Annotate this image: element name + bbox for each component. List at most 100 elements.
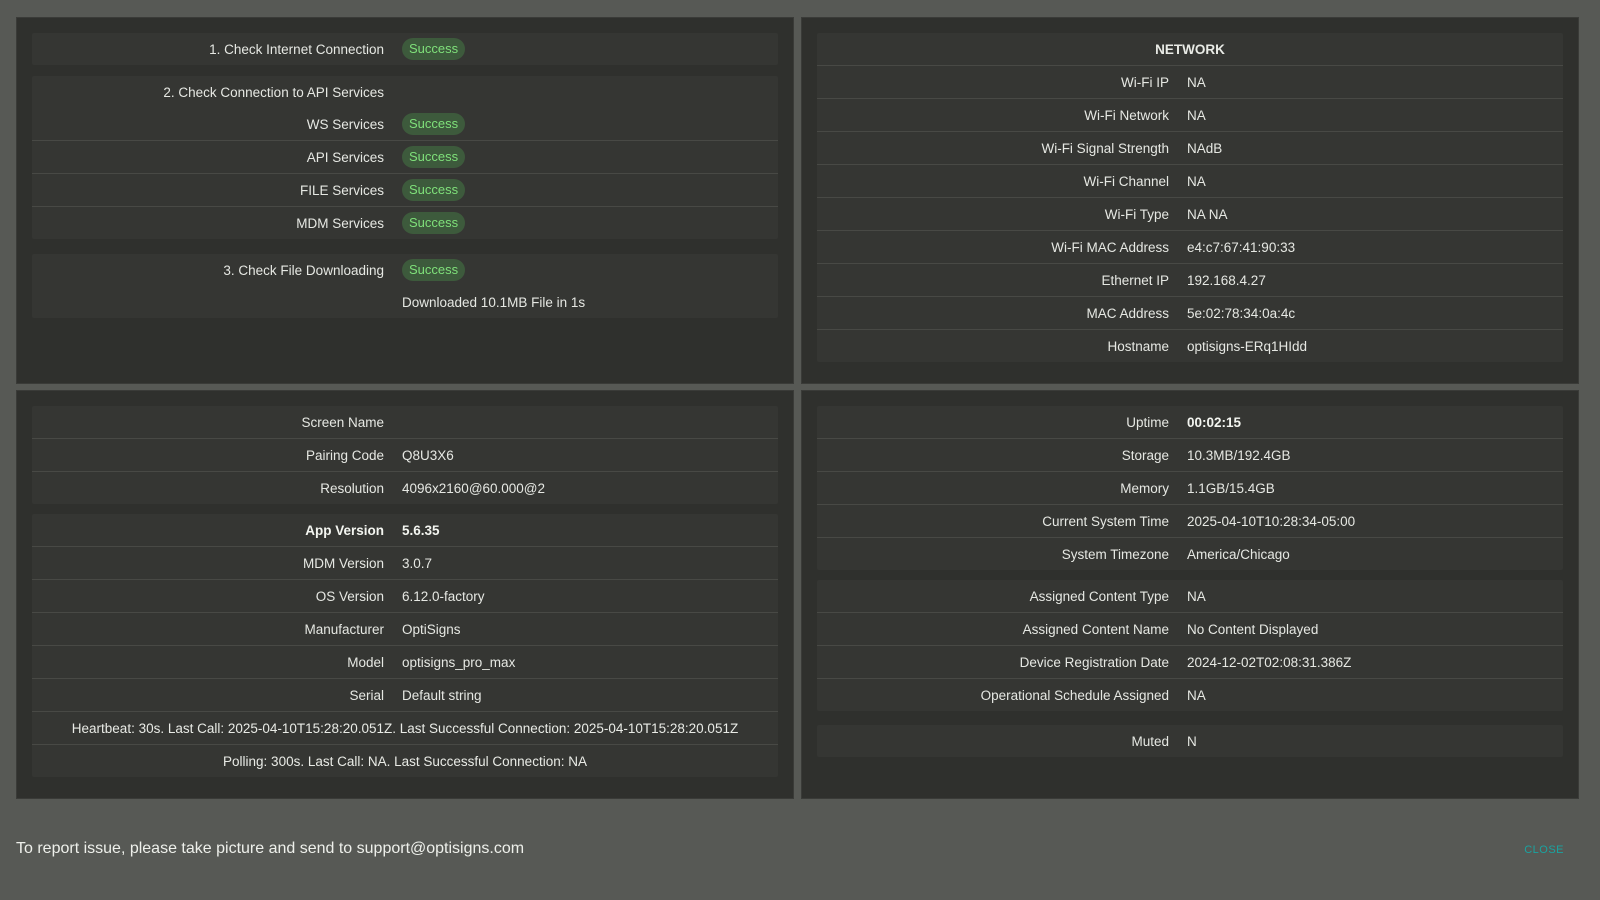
api-status-badge: Success <box>402 146 466 168</box>
download-check-row: 3. Check File Downloading Success <box>32 254 778 286</box>
os-version-value: 6.12.0-factory <box>402 588 485 604</box>
mdm-version-label: MDM Version <box>302 555 384 571</box>
resolution-value: 4096x2160@60.000@2 <box>402 480 546 496</box>
system-time-value: 2025-04-10T10:28:34-05:00 <box>1187 513 1356 529</box>
ws-services-row: WS Services Success <box>32 108 778 140</box>
model-row: Model optisigns_pro_max <box>32 645 778 678</box>
serial-value: Default string <box>402 687 482 703</box>
memory-label: Memory <box>1120 480 1169 496</box>
storage-label: Storage <box>1121 447 1169 463</box>
wifi-channel-row: Wi-Fi Channel NA <box>817 164 1563 197</box>
wifi-signal-label: Wi-Fi Signal Strength <box>1041 140 1169 156</box>
manufacturer-label: Manufacturer <box>304 621 384 637</box>
ws-status-badge: Success <box>402 113 466 135</box>
ethernet-ip-row: Ethernet IP 192.168.4.27 <box>817 263 1563 296</box>
download-check-label: 3. Check File Downloading <box>223 262 384 278</box>
resolution-label: Resolution <box>320 480 384 496</box>
wifi-ip-label: Wi-Fi IP <box>1121 74 1169 90</box>
screen-name-label: Screen Name <box>301 414 384 430</box>
ethernet-ip-value: 192.168.4.27 <box>1187 272 1266 288</box>
content-type-label: Assigned Content Type <box>1029 588 1169 604</box>
network-title: NETWORK <box>1155 41 1225 57</box>
app-version-value: 5.6.35 <box>402 522 440 538</box>
api-services-label: API Services <box>306 149 384 165</box>
serial-label: Serial <box>349 687 384 703</box>
muted-label: Muted <box>1131 733 1169 749</box>
storage-row: Storage 10.3MB/192.4GB <box>817 438 1563 471</box>
registration-date-label: Device Registration Date <box>1019 654 1169 670</box>
system-time-row: Current System Time 2025-04-10T10:28:34-… <box>817 504 1563 537</box>
wifi-type-label: Wi-Fi Type <box>1104 206 1169 222</box>
hostname-row: Hostname optisigns-ERq1HIdd <box>817 329 1563 362</box>
ethernet-ip-label: Ethernet IP <box>1101 272 1169 288</box>
wifi-mac-value: e4:c7:67:41:90:33 <box>1187 239 1296 255</box>
network-group: NETWORK Wi-Fi IP NA Wi-Fi Network NA Wi-… <box>817 33 1563 362</box>
pairing-code-value: Q8U3X6 <box>402 447 454 463</box>
ws-services-label: WS Services <box>306 116 384 132</box>
download-status-badge: Success <box>402 259 466 281</box>
manufacturer-value: OptiSigns <box>402 621 461 637</box>
wifi-mac-row: Wi-Fi MAC Address e4:c7:67:41:90:33 <box>817 230 1563 263</box>
os-version-row: OS Version 6.12.0-factory <box>32 579 778 612</box>
network-panel: NETWORK Wi-Fi IP NA Wi-Fi Network NA Wi-… <box>801 17 1579 384</box>
wifi-type-row: Wi-Fi Type NA NA <box>817 197 1563 230</box>
memory-row: Memory 1.1GB/15.4GB <box>817 471 1563 504</box>
internet-check-row: 1. Check Internet Connection Success <box>32 33 778 65</box>
memory-value: 1.1GB/15.4GB <box>1187 480 1275 496</box>
schedule-row: Operational Schedule Assigned NA <box>817 678 1563 711</box>
screen-name-row: Screen Name <box>32 406 778 438</box>
api-check-group: 2. Check Connection to API Services WS S… <box>32 76 778 239</box>
os-version-label: OS Version <box>315 588 384 604</box>
mac-address-label: MAC Address <box>1086 305 1169 321</box>
schedule-label: Operational Schedule Assigned <box>980 687 1169 703</box>
wifi-channel-value: NA <box>1187 173 1206 189</box>
mdm-services-label: MDM Services <box>296 215 384 231</box>
timezone-row: System Timezone America/Chicago <box>817 537 1563 570</box>
mdm-services-row: MDM Services Success <box>32 206 778 239</box>
uptime-label: Uptime <box>1126 414 1169 430</box>
storage-value: 10.3MB/192.4GB <box>1187 447 1291 463</box>
system-time-label: Current System Time <box>1042 513 1169 529</box>
system-info-panel: Uptime 00:02:15 Storage 10.3MB/192.4GB M… <box>801 390 1579 799</box>
close-button[interactable]: CLOSE <box>1524 844 1564 856</box>
download-check-group: 3. Check File Downloading Success Downlo… <box>32 254 778 318</box>
manufacturer-row: Manufacturer OptiSigns <box>32 612 778 645</box>
wifi-ip-value: NA <box>1187 74 1206 90</box>
resolution-row: Resolution 4096x2160@60.000@2 <box>32 471 778 504</box>
mac-address-value: 5e:02:78:34:0a:4c <box>1187 305 1296 321</box>
content-type-row: Assigned Content Type NA <box>817 580 1563 612</box>
mdm-version-row: MDM Version 3.0.7 <box>32 546 778 579</box>
internet-check-group: 1. Check Internet Connection Success <box>32 33 778 65</box>
content-name-value: No Content Displayed <box>1187 621 1319 637</box>
schedule-value: NA <box>1187 687 1206 703</box>
hostname-label: Hostname <box>1107 338 1169 354</box>
wifi-network-label: Wi-Fi Network <box>1084 107 1169 123</box>
model-label: Model <box>347 654 384 670</box>
device-version-group: App Version 5.6.35 MDM Version 3.0.7 OS … <box>32 514 778 777</box>
heartbeat-row: Heartbeat: 30s. Last Call: 2025-04-10T15… <box>32 711 778 744</box>
polling-row: Polling: 300s. Last Call: NA. Last Succe… <box>32 744 778 777</box>
wifi-signal-row: Wi-Fi Signal Strength NAdB <box>817 131 1563 164</box>
api-check-label: 2. Check Connection to API Services <box>163 84 384 100</box>
registration-date-row: Device Registration Date 2024-12-02T02:0… <box>817 645 1563 678</box>
muted-row: Muted N <box>817 725 1563 757</box>
mac-address-row: MAC Address 5e:02:78:34:0a:4c <box>817 296 1563 329</box>
download-detail-text: Downloaded 10.1MB File in 1s <box>402 294 586 310</box>
pairing-code-row: Pairing Code Q8U3X6 <box>32 438 778 471</box>
wifi-signal-value: NAdB <box>1187 140 1223 156</box>
mdm-status-badge: Success <box>402 212 466 234</box>
muted-value: N <box>1187 733 1197 749</box>
file-status-badge: Success <box>402 179 466 201</box>
device-info-panel: Screen Name Pairing Code Q8U3X6 Resoluti… <box>16 390 794 799</box>
wifi-network-row: Wi-Fi Network NA <box>817 98 1563 131</box>
wifi-channel-label: Wi-Fi Channel <box>1083 173 1169 189</box>
wifi-network-value: NA <box>1187 107 1206 123</box>
serial-row: Serial Default string <box>32 678 778 711</box>
app-version-label: App Version <box>305 522 384 538</box>
file-services-row: FILE Services Success <box>32 173 778 206</box>
system-status-group: Uptime 00:02:15 Storage 10.3MB/192.4GB M… <box>817 406 1563 570</box>
audio-group: Muted N <box>817 725 1563 757</box>
internet-status-badge: Success <box>402 38 466 60</box>
internet-check-label: 1. Check Internet Connection <box>209 41 384 57</box>
content-type-value: NA <box>1187 588 1206 604</box>
